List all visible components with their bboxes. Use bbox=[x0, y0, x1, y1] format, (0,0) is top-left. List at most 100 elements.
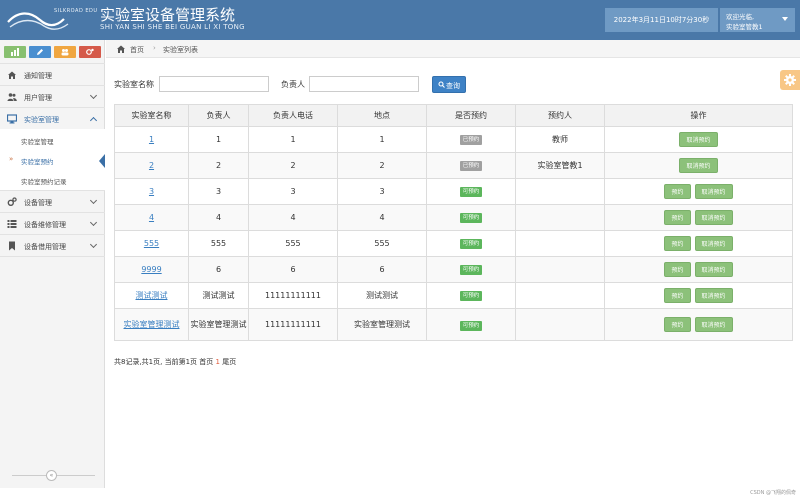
cancel-reservation-button[interactable]: 取消预约 bbox=[694, 184, 733, 199]
column-header: 预约人 bbox=[515, 104, 605, 127]
welcome-text: 欢迎光临, bbox=[726, 13, 755, 21]
sidebar-item-equipment-repair[interactable]: 设备维修管理 bbox=[0, 213, 105, 235]
cancel-reservation-button[interactable]: 取消预约 bbox=[694, 210, 733, 225]
reserve-button[interactable]: 预约 bbox=[664, 236, 691, 251]
booker-cell bbox=[515, 178, 605, 205]
cancel-reservation-button[interactable]: 取消预约 bbox=[694, 288, 733, 303]
location-cell: 555 bbox=[337, 230, 427, 257]
reserve-button[interactable]: 预约 bbox=[664, 210, 691, 225]
search-button-label: 查询 bbox=[446, 82, 460, 90]
lab-name-cell: 555 bbox=[114, 230, 189, 257]
reserve-button[interactable]: 预约 bbox=[664, 262, 691, 277]
cancel-reservation-button[interactable]: 取消预约 bbox=[679, 158, 718, 173]
gears-icon bbox=[7, 197, 17, 207]
submenu-item-reservation-records[interactable]: 实验室预约记录 bbox=[0, 170, 105, 190]
lab-name-link[interactable]: 4 bbox=[149, 213, 154, 222]
pagination: 共8记录,共1页, 当前第1页 首页 1 尾页 bbox=[114, 357, 236, 367]
sidebar-item-users[interactable]: 用户管理 bbox=[0, 86, 105, 108]
phone-cell: 11111111111 bbox=[248, 282, 338, 309]
sidebar-item-label: 设备管理 bbox=[24, 199, 52, 207]
sidebar-item-equipment[interactable]: 设备管理 bbox=[0, 191, 105, 213]
person-input[interactable] bbox=[309, 76, 419, 92]
user-menu[interactable]: 欢迎光临, 实验室管教1 bbox=[720, 8, 795, 32]
sidebar-item-label: 用户管理 bbox=[24, 94, 52, 102]
submenu-item-lab-reservation[interactable]: » 实验室预约 bbox=[0, 150, 105, 170]
lab-name-link[interactable]: 2 bbox=[149, 161, 154, 170]
app-title: 实验室设备管理系统 bbox=[100, 6, 236, 24]
reserve-button[interactable]: 预约 bbox=[664, 184, 691, 199]
table-row: 测试测试 测试测试 11111111111 测试测试 可预约 预约 取消预约 bbox=[114, 282, 793, 309]
cogs-icon bbox=[86, 48, 94, 55]
actions-cell: 预约 取消预约 bbox=[604, 256, 793, 283]
status-cell: 已预约 bbox=[426, 126, 516, 153]
reserve-button[interactable]: 预约 bbox=[664, 288, 691, 303]
sidebar-item-notices[interactable]: 通知管理 bbox=[0, 64, 105, 86]
shortcut-edit-button[interactable] bbox=[29, 46, 51, 58]
reserve-button[interactable]: 预约 bbox=[664, 317, 691, 332]
active-indicator bbox=[99, 154, 105, 168]
table-row: 2 2 2 2 已预约 实验室管教1 取消预约 bbox=[114, 152, 793, 179]
lab-name-link[interactable]: 实验室管理测试 bbox=[124, 320, 180, 329]
submenu-item-lab-management[interactable]: 实验室管理 bbox=[0, 130, 105, 150]
breadcrumb-home-link[interactable]: 首页 bbox=[130, 45, 144, 55]
shortcut-users-button[interactable] bbox=[54, 46, 76, 58]
table-row: 4 4 4 4 可预约 预约 取消预约 bbox=[114, 204, 793, 231]
table-row: 1 1 1 1 已预约 教师 取消预约 bbox=[114, 126, 793, 153]
lab-name-cell: 实验室管理测试 bbox=[114, 308, 189, 341]
double-chevron-right-icon: » bbox=[9, 155, 14, 163]
collapse-sidebar-button[interactable]: « bbox=[46, 470, 57, 481]
shortcut-chart-button[interactable] bbox=[4, 46, 26, 58]
breadcrumb-separator: › bbox=[153, 44, 156, 52]
phone-cell: 1 bbox=[248, 126, 338, 153]
datetime-display: 2022年3月11日10时7分30秒 bbox=[605, 8, 718, 32]
lab-name-cell: 测试测试 bbox=[114, 282, 189, 309]
status-badge: 可预约 bbox=[459, 213, 483, 223]
cancel-reservation-button[interactable]: 取消预约 bbox=[694, 236, 733, 251]
lab-name-input[interactable] bbox=[159, 76, 269, 92]
cancel-reservation-button[interactable]: 取消预约 bbox=[679, 132, 718, 147]
sidebar-item-equipment-borrow[interactable]: 设备借用管理 bbox=[0, 235, 105, 257]
column-header: 地点 bbox=[337, 104, 427, 127]
sidebar-item-label: 设备借用管理 bbox=[24, 243, 66, 251]
lab-name-link[interactable]: 1 bbox=[149, 135, 154, 144]
gear-icon bbox=[784, 74, 796, 86]
sidebar-item-label: 实验室管理 bbox=[24, 116, 59, 124]
users-icon bbox=[7, 93, 17, 101]
column-header: 实验室名称 bbox=[114, 104, 189, 127]
location-cell: 测试测试 bbox=[337, 282, 427, 309]
table-row: 实验室管理测试 实验室管理测试 11111111111 实验室管理测试 可预约 … bbox=[114, 308, 793, 341]
chevron-up-icon bbox=[89, 116, 98, 125]
phone-cell: 11111111111 bbox=[248, 308, 338, 341]
actions-cell: 预约 取消预约 bbox=[604, 204, 793, 231]
status-cell: 已预约 bbox=[426, 152, 516, 179]
submenu-lab-management: 实验室管理 » 实验室预约 实验室预约记录 bbox=[0, 129, 105, 191]
lab-name-cell: 2 bbox=[114, 152, 189, 179]
sidebar-item-label: 通知管理 bbox=[24, 72, 52, 80]
settings-panel-toggle[interactable] bbox=[780, 70, 800, 90]
lab-name-link[interactable]: 测试测试 bbox=[136, 291, 168, 300]
booker-cell: 教师 bbox=[515, 126, 605, 153]
status-badge: 已预约 bbox=[459, 161, 483, 171]
phone-cell: 4 bbox=[248, 204, 338, 231]
lab-name-link[interactable]: 9999 bbox=[141, 265, 161, 274]
person-label: 负责人 bbox=[281, 80, 305, 89]
sidebar-item-lab-management[interactable]: 实验室管理 bbox=[0, 108, 105, 130]
phone-cell: 6 bbox=[248, 256, 338, 283]
status-cell: 可预约 bbox=[426, 204, 516, 231]
status-cell: 可预约 bbox=[426, 256, 516, 283]
search-button[interactable]: 查询 bbox=[432, 76, 466, 93]
cancel-reservation-button[interactable]: 取消预约 bbox=[694, 317, 733, 332]
status-badge: 可预约 bbox=[459, 239, 483, 249]
lab-name-link[interactable]: 555 bbox=[144, 239, 159, 248]
cancel-reservation-button[interactable]: 取消预约 bbox=[694, 262, 733, 277]
person-cell: 测试测试 bbox=[188, 282, 249, 309]
status-badge: 已预约 bbox=[459, 135, 483, 145]
last-page-link[interactable]: 尾页 bbox=[220, 358, 236, 366]
caret-down-icon bbox=[782, 17, 788, 21]
lab-name-link[interactable]: 3 bbox=[149, 187, 154, 196]
submenu-item-label: 实验室管理 bbox=[21, 138, 54, 146]
column-header: 操作 bbox=[604, 104, 793, 127]
shortcut-bar bbox=[0, 40, 105, 64]
shortcut-settings-button[interactable] bbox=[79, 46, 101, 58]
table-row: 3 3 3 3 可预约 预约 取消预约 bbox=[114, 178, 793, 205]
